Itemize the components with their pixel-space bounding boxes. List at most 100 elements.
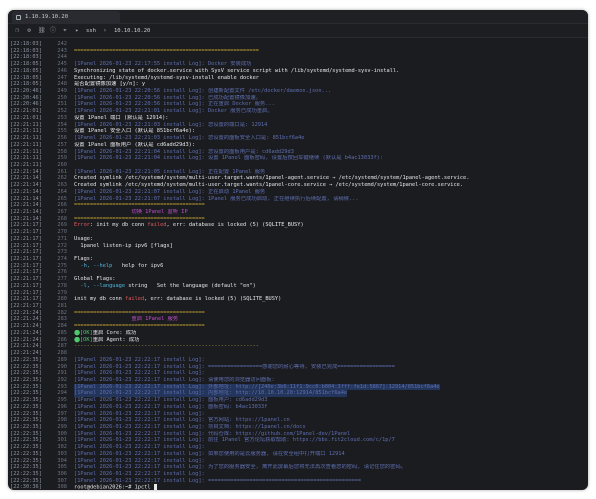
line-number: 258 (57, 148, 67, 155)
line-timestamp: [22:22:35] (10, 457, 42, 464)
line-number: 308 (57, 484, 67, 490)
line-timestamp: [22:21:14] (10, 168, 42, 175)
line-text: [1Panel 2026-01-23 22:20:56 install Log]… (74, 88, 332, 95)
line-text: ⬤[OK]重启 Agent: 成功 (74, 336, 140, 343)
terminal-line: [22:21:11] 258 [1Panel 2026-01-23 22:21:04… (10, 149, 588, 156)
line-timestamp: [22:21:11] (10, 128, 42, 135)
line-text: 是否配置镜像加速 [y/n]: y (74, 81, 146, 88)
terminal-line: [22:21:17] 281 (10, 303, 588, 310)
line-text: ========================================… (74, 47, 259, 54)
line-number: 303 (57, 450, 67, 457)
line-text: Created symlink /etc/systemd/system/mult… (74, 182, 464, 189)
line-text: [1Panel 2026-01-23 22:17:55 install Log]… (74, 61, 252, 68)
line-number: 257 (57, 141, 67, 148)
line-timestamp: [22:20:46] (10, 94, 42, 101)
terminal-line: [22:22:35] 296 [1Panel 2026-01-23 22:22:17… (10, 404, 588, 411)
line-timestamp: [22:21:14] (10, 195, 42, 202)
terminal-line: [22:21:01] 253 设置 1Panel 端口 (默认是 12914): (10, 115, 588, 122)
line-text: -h, --help help for ipv6 (74, 262, 164, 269)
line-number: 273 (57, 249, 67, 256)
line-timestamp: [22:18:05] (10, 74, 42, 81)
line-text: [1Panel 2026-01-23 22:22:17 install Log]… (74, 417, 290, 424)
line-timestamp: [22:21:14] (10, 182, 42, 189)
line-number: 298 (57, 417, 67, 424)
shell-icon[interactable]: ▸ (74, 27, 80, 34)
terminal-line: [22:21:24] 285 ⬤[OK]重启 Core: 成功 (10, 330, 588, 337)
terminal-icon (16, 14, 21, 20)
line-number: 245 (57, 61, 67, 68)
settings-icon[interactable]: ⚙ (26, 27, 32, 34)
line-number: 300 (57, 430, 67, 437)
terminal-line: [22:22:35] 289 [1Panel 2026-01-23 22:22:17… (10, 357, 588, 364)
line-text: [1Panel 2026-01-23 22:22:17 install Log]… (74, 457, 205, 464)
line-timestamp: [22:21:17] (10, 242, 42, 249)
line-text: [1Panel 2026-01-23 22:22:17 install Log]… (74, 397, 268, 404)
line-timestamp: [22:21:01] (10, 114, 42, 121)
line-number: 294 (57, 390, 67, 397)
terminal-line: [22:21:24] 286 ⬤[OK]重启 Agent: 成功 (10, 337, 588, 344)
line-text: init my db conn failed, err: database is… (74, 296, 282, 303)
terminal-output[interactable]: [22:18:03] 242 [22:18:03] 243 ==============… (8, 40, 588, 490)
line-number: 252 (57, 108, 67, 115)
copy-icon[interactable]: ❐ (14, 27, 20, 34)
line-text: [1Panel 2026-01-23 22:22:17 install Log]… (74, 471, 205, 477)
line-timestamp: [22:22:35] (10, 397, 42, 404)
line-text: [1Panel 2026-01-23 22:20:56 install Log]… (74, 101, 275, 108)
line-timestamp: [22:21:17] (10, 269, 42, 276)
terminal-line: [22:21:11] 254 [1Panel 2026-01-23 22:21:03… (10, 122, 588, 129)
line-timestamp: [22:21:11] (10, 155, 42, 162)
line-number: 283 (57, 316, 67, 323)
line-timestamp: [22:21:17] (10, 282, 42, 289)
line-number: 243 (57, 47, 67, 54)
terminal-line: [22:21:14] 264 [1Panel 2026-01-23 22:21:07… (10, 189, 588, 196)
terminal-line: [22:18:03] 242 (10, 41, 588, 48)
line-number: 250 (57, 94, 67, 101)
line-text: [1Panel 2026-01-23 22:21:01 install Log]… (74, 108, 273, 115)
terminal-line: [22:30:36] 308 root@debian2026:~# 1pctl (10, 484, 588, 490)
line-timestamp: [22:18:03] (10, 54, 42, 61)
line-number: 256 (57, 135, 67, 142)
line-text: root@debian2026:~# 1pctl (74, 484, 157, 490)
line-number: 270 (57, 229, 67, 236)
terminal-line: [22:21:24] 283 重启 1Panel 服务 (10, 316, 588, 323)
line-number: 268 (57, 215, 67, 222)
pin-icon[interactable]: ⌖ (62, 27, 68, 34)
info-icon[interactable]: ⓘ (50, 27, 56, 34)
cursor (153, 484, 157, 490)
arrow-right-icon: › (103, 26, 107, 34)
terminal-line: [22:21:24] 282 ===========================… (10, 310, 588, 317)
terminal-line: [22:21:17] 279 (10, 290, 588, 297)
terminal-line: [22:21:11] 260 (10, 162, 588, 169)
line-timestamp: [22:18:05] (10, 81, 42, 88)
connection-type: ssh (86, 27, 96, 34)
line-timestamp: [22:21:17] (10, 303, 42, 310)
line-timestamp: [22:18:03] (10, 41, 42, 47)
line-timestamp: [22:21:14] (10, 202, 42, 209)
link-icon[interactable]: ⛓ (38, 27, 46, 34)
terminal-line: [22:21:17] 278 -l, --language string Set … (10, 283, 588, 290)
line-text: ⬤[OK]重启 Core: 成功 (74, 329, 137, 336)
line-timestamp: [22:21:24] (10, 316, 42, 323)
line-text: [1Panel 2026-01-23 22:22:17 install Log]… (74, 390, 348, 398)
line-number: 253 (57, 114, 67, 121)
line-text: Synchronizing state of docker.service wi… (74, 67, 400, 74)
toolbar: ❐ ⚙ ⛓ ⓘ ⌖ ▸ ssh › 10.10.10.20 (8, 24, 588, 38)
terminal-line: [22:21:11] 256 [1Panel 2026-01-23 22:21:03… (10, 135, 588, 142)
line-number: 274 (57, 256, 67, 262)
line-number: 261 (57, 168, 67, 175)
terminal-line: [22:21:11] 257 设置 1Panel 面板用户 (默认是 cd6add2… (10, 142, 588, 149)
line-text: [1Panel 2026-01-23 22:22:17 install Log]… (74, 410, 205, 417)
line-number: 288 (57, 350, 67, 357)
line-number: 280 (57, 296, 67, 303)
line-timestamp: [22:18:03] (10, 47, 42, 54)
line-number: 267 (57, 208, 67, 215)
tab-session[interactable]: 1.10.19.10.20 (12, 11, 120, 23)
terminal-line: [22:22:35] 294 [1Panel 2026-01-23 22:22:17… (10, 390, 588, 398)
terminal-line: [22:22:35] 298 [1Panel 2026-01-23 22:22:17… (10, 417, 588, 424)
line-timestamp: [22:18:05] (10, 67, 42, 74)
line-number: 260 (57, 161, 67, 168)
line-number: 264 (57, 188, 67, 195)
line-timestamp: [22:21:11] (10, 121, 42, 128)
line-text: 1panel listen-ip ipv6 [flags] (74, 242, 173, 249)
terminal-window: 1.10.19.10.20 ❐ ⚙ ⛓ ⓘ ⌖ ▸ ssh › 10.10.10… (8, 10, 588, 490)
